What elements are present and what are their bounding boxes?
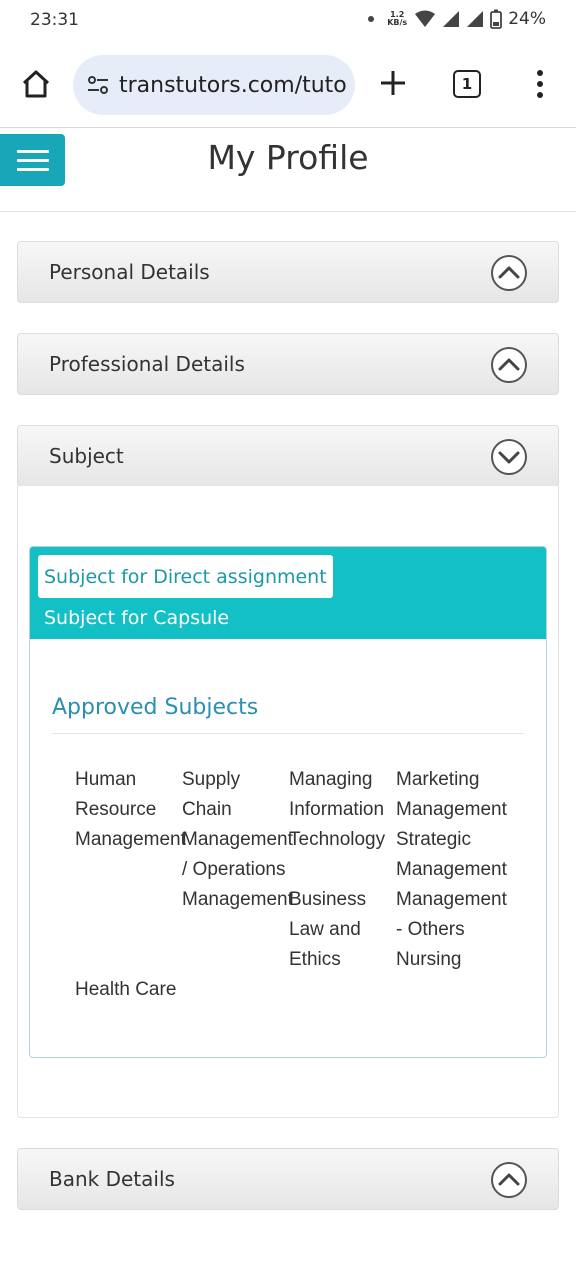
battery-percent: 24% [508,9,546,29]
professional-details-title: Professional Details [49,352,245,376]
subject-title: Subject [49,444,124,468]
url-bar[interactable]: transtutors.com/tuto [73,55,355,115]
browser-toolbar: transtutors.com/tuto 1 [0,52,576,118]
bank-details-title: Bank Details [49,1167,175,1191]
subject-header[interactable]: Subject [17,425,559,487]
page-title: My Profile [207,138,369,177]
approved-subjects-heading: Approved Subjects [52,695,259,720]
home-icon[interactable] [18,66,54,102]
approved-subjects-divider [52,733,524,734]
subject-item: Human Resource Management [75,769,186,850]
battery-icon [490,9,503,29]
url-text[interactable]: transtutors.com/tuto [119,73,347,98]
network-speed-unit: KB/s [387,18,408,27]
overflow-menu-icon[interactable] [530,66,550,102]
network-speed: 1.2 KB/s [386,11,408,27]
subject-item: Management - Others [396,889,507,940]
site-settings-icon[interactable] [85,72,111,98]
subject-item: Business Law and Ethics [289,889,367,970]
toolbar-divider [0,127,576,128]
status-time: 23:31 [30,10,79,30]
subject-item: Managing Information Technology [289,769,386,850]
bank-details-header[interactable]: Bank Details [17,1148,559,1210]
chevron-up-icon[interactable] [490,254,528,292]
new-tab-icon[interactable] [378,68,408,98]
status-icons: 1.2 KB/s 24% [368,9,546,29]
notification-dot-icon [368,16,375,22]
tab-switcher-button[interactable]: 1 [453,70,481,98]
chevron-up-icon[interactable] [490,346,528,384]
personal-details-title: Personal Details [49,260,210,284]
wifi-icon [415,10,436,27]
subject-item: Supply Chain Management / Operations Man… [182,769,293,910]
chevron-up-icon[interactable] [490,1161,528,1199]
subject-item: Strategic Management [396,829,507,880]
subject-card: Subject for Direct assignment Subject fo… [29,546,547,1058]
tab-capsule[interactable]: Subject for Capsule [44,607,229,629]
status-bar: 23:31 1.2 KB/s 24% [0,0,576,44]
signal-icon-2 [467,11,484,27]
tab-direct-assignment[interactable]: Subject for Direct assignment [38,555,333,598]
personal-details-header[interactable]: Personal Details [17,241,559,303]
chevron-down-icon[interactable] [490,438,528,476]
header-divider [0,211,576,212]
subject-item: Health Care [75,979,177,1000]
professional-details-header[interactable]: Professional Details [17,333,559,395]
subject-tab-strip: Subject for Direct assignment Subject fo… [30,547,546,639]
signal-icon [443,11,460,27]
subject-item: Marketing Management [396,769,507,820]
subject-item: Nursing [396,949,462,970]
